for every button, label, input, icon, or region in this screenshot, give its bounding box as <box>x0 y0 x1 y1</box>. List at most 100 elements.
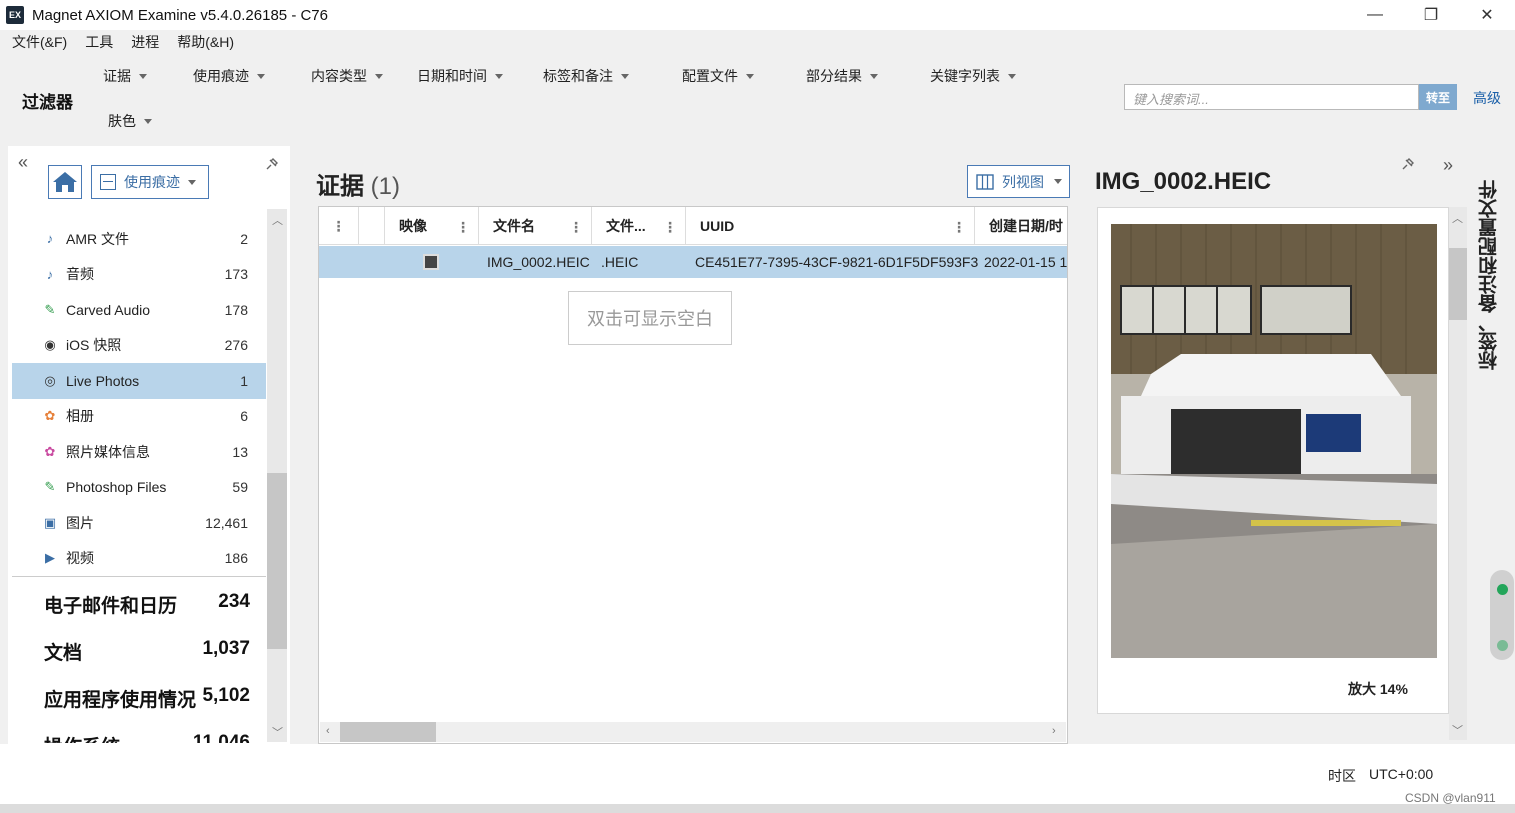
category-count: 5,102 <box>202 685 250 706</box>
artifact-label: 相册 <box>66 408 94 425</box>
view-dropdown-label: 使用痕迹 <box>124 174 180 190</box>
preview-scrollbar-thumb[interactable] <box>1449 248 1467 320</box>
filter-title: 过滤器 <box>22 93 73 112</box>
chevron-down-icon <box>375 73 383 79</box>
checkbox-column[interactable] <box>359 207 385 245</box>
restore-button[interactable]: ❐ <box>1403 0 1459 30</box>
video-icon: ▶ <box>45 550 55 566</box>
row-options-column[interactable]: ⋮ <box>319 207 359 245</box>
live-photo-icon: ◎ <box>44 372 56 388</box>
advanced-search-link[interactable]: 高级 <box>1473 88 1501 108</box>
chevron-down-icon <box>1008 73 1016 79</box>
taskbar <box>0 804 1515 813</box>
status-dot-icon <box>1497 640 1508 651</box>
left-scrollbar-thumb[interactable] <box>267 473 287 649</box>
scroll-up-icon[interactable]: ︿ <box>272 212 283 228</box>
kebab-icon[interactable]: ⋮ <box>952 219 966 236</box>
artifact-label: AMR 文件 <box>66 230 129 247</box>
grid-horizontal-scrollbar[interactable]: ‹ › <box>320 722 1066 742</box>
column-view-button[interactable]: 列视图 <box>967 165 1070 198</box>
artifact-item-audio[interactable]: ♪ 音频 173 <box>12 257 266 293</box>
artifact-count: 276 <box>224 337 248 354</box>
tree-view-icon <box>100 174 116 190</box>
artifact-label: 照片媒体信息 <box>66 443 150 460</box>
filter-skin-tone-button[interactable]: 肤色 <box>108 111 152 131</box>
scroll-down-icon[interactable]: ﹀ <box>1452 722 1463 738</box>
evidence-title: 证据 (1) <box>316 166 400 201</box>
filter-profiles-button[interactable]: 配置文件 <box>682 66 754 86</box>
artifact-item-live-photos[interactable]: ◎ Live Photos 1 <box>12 363 266 399</box>
category-operating-system[interactable]: 操作系统 11,046 <box>44 732 250 743</box>
filter-evidence-button[interactable]: 证据 <box>103 66 147 86</box>
grid-horizontal-scrollbar-thumb[interactable] <box>340 722 436 742</box>
status-bar <box>0 744 1515 813</box>
artifact-label: Carved Audio <box>66 301 151 318</box>
column-header-created[interactable]: 创建日期/时 <box>975 207 1067 245</box>
table-row[interactable]: IMG_0002.HEIC .HEIC CE451E77-7395-43CF-9… <box>319 246 1067 278</box>
filter-tags-comments-button[interactable]: 标签和备注 <box>543 66 629 86</box>
evidence-count: (1) <box>370 173 401 200</box>
artifact-label: Photoshop Files <box>66 479 167 496</box>
menu-tools[interactable]: 工具 <box>85 32 113 52</box>
scroll-left-icon[interactable]: ‹ <box>326 725 330 737</box>
column-header-file-ext[interactable]: 文件... ⋮ <box>592 207 686 245</box>
artifact-item-videos[interactable]: ▶ 视频 186 <box>12 541 266 577</box>
chevron-down-icon <box>139 73 147 79</box>
chevron-down-icon <box>746 73 754 79</box>
filter-date-time-button[interactable]: 日期和时间 <box>417 66 503 86</box>
kebab-icon[interactable]: ⋮ <box>663 219 677 236</box>
artifact-item-photoshop-files[interactable]: ✎ Photoshop Files 59 <box>12 470 266 506</box>
column-header-filename[interactable]: 文件名 ⋮ <box>479 207 592 245</box>
category-count: 234 <box>218 591 250 612</box>
scroll-up-icon[interactable]: ︿ <box>1452 210 1463 226</box>
scroll-down-icon[interactable]: ﹀ <box>272 724 283 740</box>
pin-icon[interactable] <box>1400 156 1416 176</box>
tab-tags-comments-profiles[interactable]: 标签、备注和配置文件 <box>1474 170 1504 370</box>
artifact-item-ios-snapshots[interactable]: ◉ iOS 快照 276 <box>12 328 266 364</box>
category-documents[interactable]: 文档 1,037 <box>44 638 250 665</box>
artifact-item-pictures[interactable]: ▣ 图片 12,461 <box>12 505 266 541</box>
pin-icon[interactable] <box>264 156 280 176</box>
filter-content-type-button[interactable]: 内容类型 <box>311 66 383 86</box>
artifact-count: 59 <box>232 479 248 496</box>
kebab-icon[interactable]: ⋮ <box>456 219 470 236</box>
artifact-count: 12,461 <box>205 514 248 531</box>
close-button[interactable]: ✕ <box>1459 0 1515 30</box>
timezone-value[interactable]: UTC+0:00 <box>1369 766 1433 782</box>
watermark: CSDN @vlan911 <box>1405 791 1496 805</box>
menu-file[interactable]: 文件(&F) <box>12 32 67 52</box>
artifact-count: 13 <box>232 443 248 460</box>
column-label: UUID <box>700 218 735 234</box>
grid-header: ⋮ 映像 ⋮ 文件名 ⋮ 文件... ⋮ UUID ⋮ 创建日期/时 <box>319 207 1067 245</box>
menu-help[interactable]: 帮助(&H) <box>177 32 234 52</box>
column-header-image[interactable]: 映像 ⋮ <box>385 207 479 245</box>
expand-right-icon[interactable]: » <box>1443 155 1453 176</box>
home-button[interactable] <box>48 165 82 199</box>
filter-artifacts-button[interactable]: 使用痕迹 <box>193 66 265 86</box>
collapse-left-icon[interactable]: « <box>18 152 28 173</box>
artifact-item-amr[interactable]: ♪ AMR 文件 2 <box>12 221 266 257</box>
artifact-item-carved-audio[interactable]: ✎ Carved Audio 178 <box>12 292 266 328</box>
status-dot-icon <box>1497 584 1508 595</box>
minimize-button[interactable]: — <box>1347 0 1403 30</box>
filter-keyword-lists-button[interactable]: 关键字列表 <box>930 66 1016 86</box>
scroll-right-icon[interactable]: › <box>1052 725 1056 737</box>
artifact-view-dropdown[interactable]: 使用痕迹 <box>91 165 209 199</box>
filter-label: 内容类型 <box>311 68 367 84</box>
column-header-uuid[interactable]: UUID ⋮ <box>686 207 975 245</box>
artifact-item-albums[interactable]: ✿ 相册 6 <box>12 399 266 435</box>
artifact-item-photo-media-info[interactable]: ✿ 照片媒体信息 13 <box>12 434 266 470</box>
status-indicator[interactable] <box>1490 570 1514 660</box>
category-application-usage[interactable]: 应用程序使用情况 5,102 <box>44 685 250 712</box>
kebab-icon[interactable]: ⋮ <box>569 219 583 236</box>
preview-image[interactable] <box>1111 224 1437 658</box>
artifact-count: 2 <box>240 230 248 247</box>
cell-filename: IMG_0002.HEIC <box>487 254 590 270</box>
category-email-calendar[interactable]: 电子邮件和日历 234 <box>44 591 250 618</box>
search-go-button[interactable]: 转至 <box>1419 84 1457 110</box>
artifact-count: 178 <box>224 301 248 318</box>
filter-partial-results-button[interactable]: 部分结果 <box>806 66 878 86</box>
menu-process[interactable]: 进程 <box>131 32 159 52</box>
preview-title: IMG_0002.HEIC <box>1095 168 1272 195</box>
search-input[interactable]: 键入搜索词... <box>1124 84 1419 110</box>
